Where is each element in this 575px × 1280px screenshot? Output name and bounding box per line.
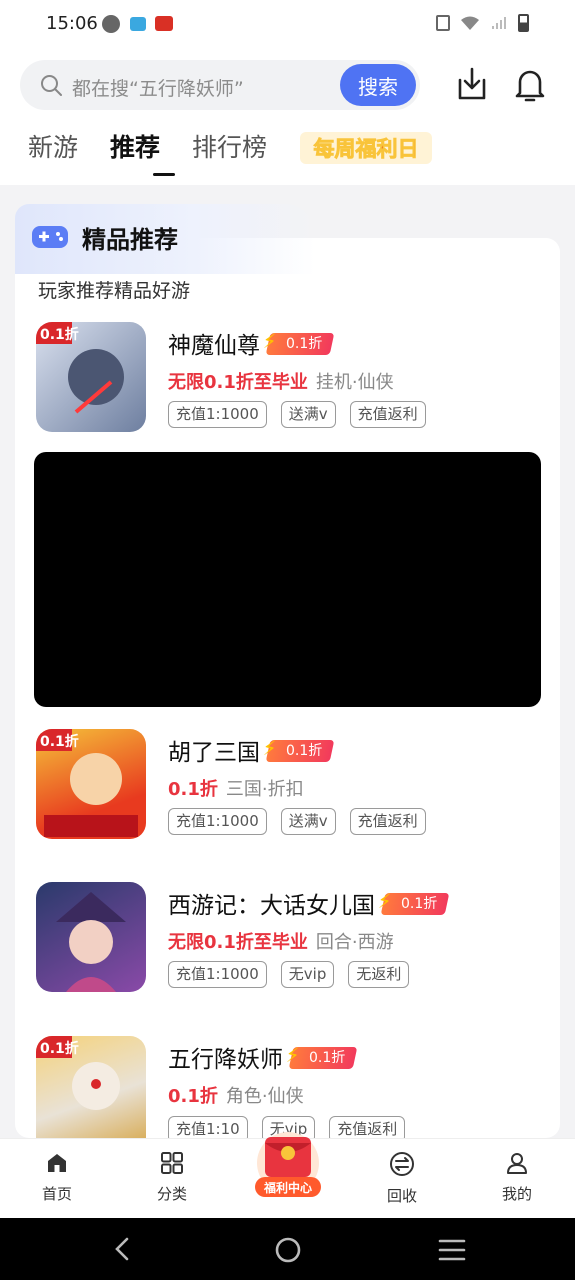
discount-badge: ⚡ 0.1折 [262, 735, 335, 762]
game-item[interactable]: 0.1折 胡了三国 ⚡ 0.1折 0.1折 三国·折扣 充值1:1000 送满v 充值… [36, 729, 546, 844]
nav-home[interactable]: 首页 [17, 1151, 97, 1204]
bottom-nav: 首页 分类 福利中心 回收 我的 [0, 1132, 575, 1218]
app-notify-icon [130, 17, 146, 31]
game-title: 神魔仙尊 ⚡ 0.1折 [168, 326, 335, 360]
nav-profile-label: 我的 [501, 1185, 532, 1203]
search-button[interactable]: 搜索 [340, 64, 416, 106]
section-subtitle: 玩家推荐精品好游 [38, 280, 191, 302]
tab-bar: 新游 推荐 排行榜 每周福利日 [28, 128, 548, 178]
home-icon [48, 1154, 66, 1172]
svg-text:0.1折: 0.1折 [40, 326, 79, 343]
menu-icon[interactable] [438, 1238, 466, 1262]
game-title: 五行降妖师 ⚡ 0.1折 [168, 1040, 358, 1074]
game-item[interactable]: 西游记：大话女儿国 ⚡ 0.1折 无限0.1折至毕业 回合·西游 充值1:1000 无… [36, 882, 546, 997]
game-title: 胡了三国 ⚡ 0.1折 [168, 733, 335, 767]
game-description: 无限0.1折至毕业 回合·西游 [168, 932, 394, 953]
game-tags: 充值1:1000 送满v 充值返利 [168, 401, 426, 428]
game-cover-image[interactable]: 0.1折 [36, 1036, 146, 1138]
section-title: 精品推荐 [82, 226, 178, 254]
user-icon [507, 1153, 527, 1174]
game-tag: 无返利 [348, 961, 410, 988]
game-tag: 充值1:1000 [168, 961, 267, 988]
game-description: 0.1折 角色·仙侠 [168, 1086, 304, 1107]
signal-icon [492, 17, 506, 29]
game-tag: 充值1:1000 [168, 401, 267, 428]
tab-weekly-welfare-day[interactable]: 每周福利日 [300, 128, 432, 168]
discount-badge: ⚡ 0.1折 [377, 888, 450, 915]
grid-icon [161, 1152, 183, 1174]
nav-category-label: 分类 [156, 1185, 187, 1203]
status-indicators [436, 14, 529, 32]
tab-new-games[interactable]: 新游 [28, 128, 78, 164]
bolt-icon: ⚡ [285, 1042, 300, 1067]
bell-icon[interactable] [510, 64, 550, 104]
status-time: 15:06 [46, 13, 98, 34]
game-tag: 充值返利 [349, 401, 426, 428]
nav-welfare-label: 福利中心 [263, 1180, 312, 1195]
download-icon[interactable] [452, 64, 492, 104]
battery-icon [518, 14, 529, 32]
game-cover-image[interactable] [36, 882, 146, 992]
game-tag: 充值1:1000 [168, 808, 267, 835]
game-cover-image[interactable]: 0.1折 [36, 729, 146, 839]
bolt-icon: ⚡ [262, 735, 277, 760]
search-bar[interactable]: 都在搜“五行降妖师” 搜索 [20, 60, 420, 110]
search-icon [41, 75, 62, 96]
status-bar: 15:06 [0, 0, 575, 48]
exchange-icon [390, 1152, 414, 1176]
system-nav-bar [0, 1218, 575, 1280]
game-tags: 充值1:1000 送满v 充值返利 [168, 808, 426, 835]
game-tag: 充值返利 [349, 808, 426, 835]
vibrate-icon [436, 15, 450, 31]
nav-category[interactable]: 分类 [132, 1151, 212, 1204]
game-description: 无限0.1折至毕业 挂机·仙侠 [168, 372, 394, 393]
game-tag: 送满v [280, 401, 336, 428]
video-player[interactable] [34, 452, 541, 707]
tab-weekly-welfare-label: 每周福利日 [314, 137, 419, 161]
app-notify-icon-2 [155, 16, 173, 31]
nav-profile[interactable]: 我的 [477, 1151, 557, 1204]
game-title: 西游记：大话女儿国 ⚡ 0.1折 [168, 886, 450, 920]
header: 都在搜“五行降妖师” 搜索 新游 推荐 排行榜 每周福利日 [0, 48, 575, 185]
home-circle-icon[interactable] [274, 1236, 302, 1264]
gamepad-icon [32, 226, 68, 248]
tab-ranking[interactable]: 排行榜 [192, 128, 267, 164]
game-cover-image[interactable]: 0.1折 [36, 322, 146, 432]
game-tags: 充值1:1000 无vip 无返利 [168, 961, 410, 988]
back-icon[interactable] [110, 1236, 136, 1262]
compass-icon [102, 15, 120, 33]
discount-badge: ⚡ 0.1折 [285, 1042, 358, 1069]
tab-recommended[interactable]: 推荐 [110, 128, 160, 164]
nav-welfare-center[interactable]: 福利中心 [253, 1127, 323, 1207]
game-description: 0.1折 三国·折扣 [168, 779, 304, 800]
game-tag: 送满v [280, 808, 336, 835]
svg-text:0.1折: 0.1折 [40, 733, 79, 750]
nav-recycle-label: 回收 [386, 1187, 417, 1205]
nav-recycle[interactable]: 回收 [362, 1151, 442, 1206]
bolt-icon: ⚡ [377, 888, 392, 913]
game-item[interactable]: 0.1折 神魔仙尊 ⚡ 0.1折 无限0.1折至毕业 挂机·仙侠 充值1:1000 送… [36, 322, 546, 437]
game-tag: 无vip [280, 961, 335, 988]
active-tab-indicator [153, 173, 175, 176]
nav-home-label: 首页 [41, 1185, 72, 1203]
discount-badge: ⚡ 0.1折 [262, 328, 335, 355]
svg-text:0.1折: 0.1折 [40, 1040, 79, 1057]
bolt-icon: ⚡ [262, 328, 277, 353]
search-placeholder[interactable]: 都在搜“五行降妖师” [72, 74, 244, 101]
wifi-icon [461, 16, 479, 30]
